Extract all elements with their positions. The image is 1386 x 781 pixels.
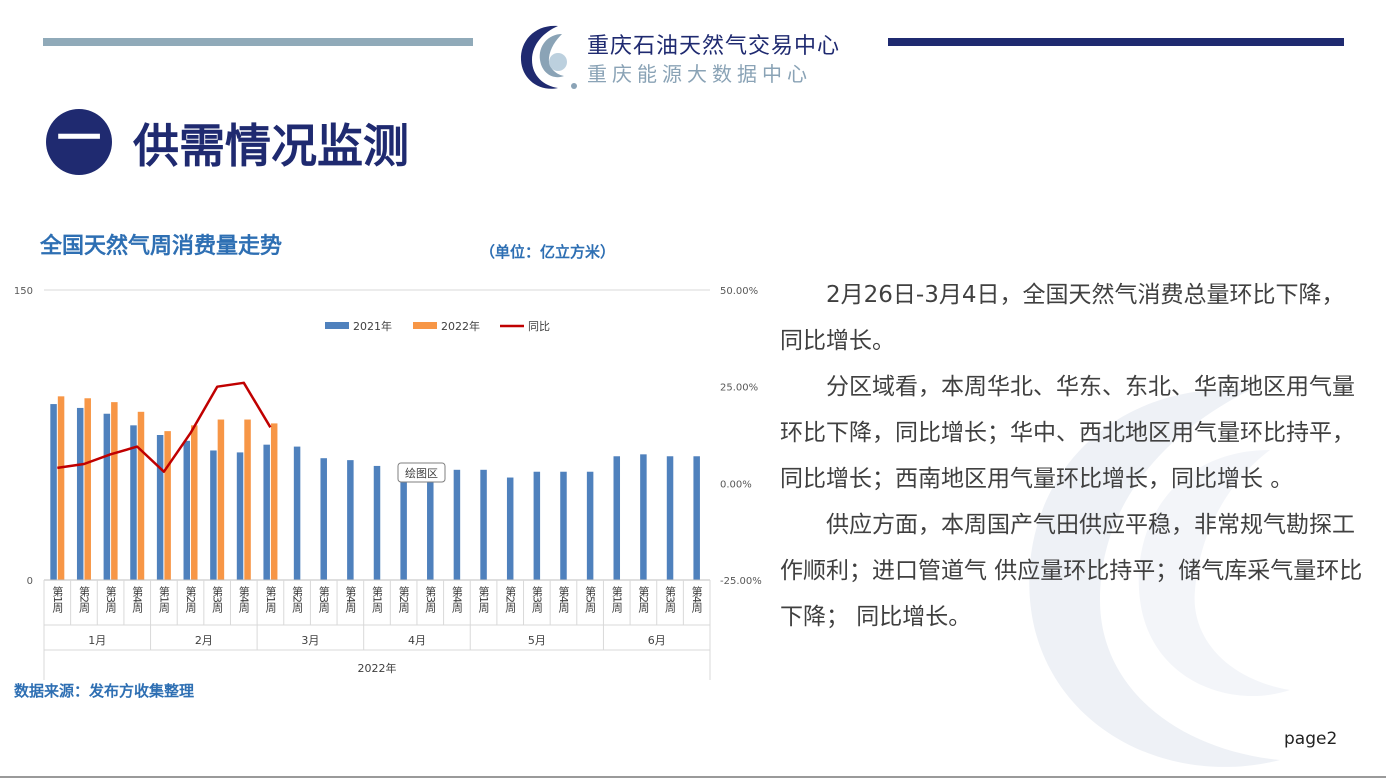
week-tick-label: 第4周 [450,585,463,614]
right-tick-label: -25.00% [720,576,762,587]
bar-2021 [263,444,270,580]
legend-2022-label: 2022年 [441,319,480,333]
bar-2021 [183,440,191,580]
page-number: page2 [1284,729,1338,749]
bar-2021 [156,435,164,580]
week-tick-label: 第1周 [264,585,277,614]
week-tick-label: 第2周 [77,585,90,614]
bar-2021 [613,456,621,580]
week-tick-label: 第2周 [637,585,650,614]
week-tick-label: 第3周 [104,585,117,614]
bar-2021 [293,446,301,580]
bar-2021 [400,467,407,580]
bar-2022 [191,425,198,580]
bar-2022 [244,419,251,580]
bar-2021 [236,452,244,580]
analysis-text: 2月26日-3月4日，全国天然气消费总量环比下降，同比增长。 分区域看，本周华北… [780,272,1365,640]
section-number-badge: 一 [46,109,112,175]
paragraph-summary: 2月26日-3月4日，全国天然气消费总量环比下降，同比增长。 [780,282,1345,354]
week-tick-label: 第3周 [530,585,543,614]
right-tick-label: 0.00% [720,479,752,490]
bar-2021 [453,469,461,580]
week-tick-label: 第4周 [690,585,703,614]
week-tick-label: 第3周 [424,585,437,614]
month-label: 4月 [408,634,426,647]
bar-2021 [506,477,514,580]
legend-2021-swatch [325,322,349,329]
bar-2022 [111,402,118,580]
bar-2021 [640,454,647,580]
header-rule-left [43,38,473,46]
right-tick-label: 25.00% [720,383,758,394]
chart-unit: （单位：亿立方米） [480,243,616,261]
month-label: 2月 [195,634,213,647]
paragraph-regions: 分区域看，本周华北、华东、东北、华南地区用气量环比下降，同比增长；华中、西北地区… [780,374,1355,492]
org-name: 重庆石油天然气交易中心 [587,34,841,59]
paragraph-supply: 供应方面，本周国产气田供应平稳，非常规气勘探工作顺利；进口管道气 供应量环比持平… [780,512,1363,630]
tooltip-label: 绘图区 [405,466,438,480]
bar-2021 [533,471,541,580]
right-tick-label: 50.00% [720,286,758,297]
week-tick-label: 第3周 [317,585,330,614]
bar-2022 [84,398,91,580]
section-title: 供需情况监测 [133,119,409,173]
chart-title: 全国天然气周消费量走势 [40,234,283,259]
left-tick-label: 0 [27,576,33,587]
week-tick-label: 第2周 [397,585,410,614]
bar-2022 [217,419,225,580]
bar-2021 [50,404,57,580]
week-tick-label: 第4周 [131,585,144,614]
week-tick-label: 第1周 [477,585,490,614]
consumption-chart: 150 0 50.00% 25.00% 0.00% -25.00% 2021年 2022年 同比… [14,286,762,680]
bar-2021 [427,469,434,580]
week-tick-label: 第2周 [184,585,197,614]
bar-2021 [693,456,700,580]
bar-2021 [320,458,327,580]
org-subname: 重庆能源大数据中心 [587,62,812,86]
bar-2021 [210,450,217,580]
week-tick-label: 第1周 [610,585,623,614]
bar-2021 [560,471,567,580]
month-label: 5月 [528,634,546,647]
slide-bottom-border [0,776,1386,778]
bar-2022 [270,423,278,580]
legend-yoy-label: 同比 [528,320,550,333]
bar-2021 [586,471,594,580]
bar-2022 [164,431,171,580]
bar-2021 [480,469,487,580]
month-label: 1月 [88,634,106,647]
week-tick-label: 第3周 [664,585,677,614]
week-tick-label: 第2周 [504,585,517,614]
year-label: 2022年 [358,661,397,675]
week-tick-label: 第1周 [157,585,170,614]
week-tick-label: 第1周 [371,585,384,614]
bar-2022 [137,411,145,580]
legend-2022-swatch [413,322,437,329]
org-logo-icon [520,25,577,89]
data-source: 数据来源：发布方收集整理 [14,682,195,700]
month-label: 6月 [648,634,666,647]
legend-2021-label: 2021年 [353,319,392,333]
week-tick-label: 第4周 [344,585,357,614]
week-tick-label: 第4周 [557,585,570,614]
bar-2021 [103,413,111,580]
bar-2021 [373,465,381,580]
bar-2021 [347,460,354,580]
week-tick-label: 第1周 [51,585,64,614]
bar-2021 [666,456,674,580]
header-rule-right [888,38,1344,46]
bar-2022 [57,396,65,580]
week-tick-label: 第5周 [584,585,597,614]
week-tick-label: 第2周 [291,585,304,614]
week-tick-label: 第3周 [211,585,224,614]
week-tick-label: 第4周 [237,585,250,614]
left-tick-label: 150 [14,286,33,297]
bar-2021 [76,407,84,580]
month-label: 3月 [301,634,319,647]
